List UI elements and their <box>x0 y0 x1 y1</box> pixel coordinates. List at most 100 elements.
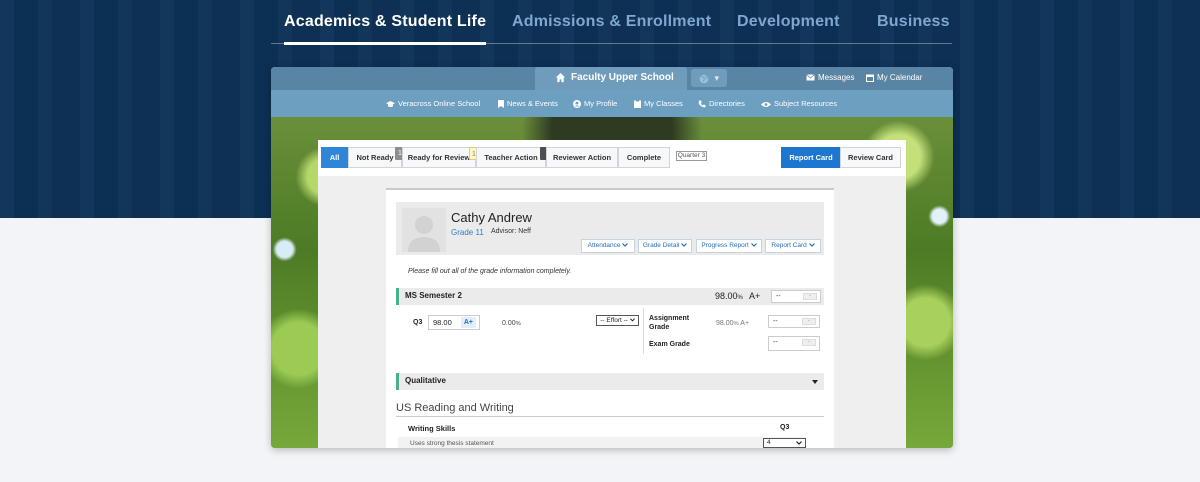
chevron-down-icon <box>681 243 688 247</box>
subnav-classes-label: My Classes <box>644 99 683 108</box>
section-divider <box>396 416 824 417</box>
chevron-down-icon <box>750 243 757 247</box>
filter-all-label: All <box>329 153 340 162</box>
report-card-button[interactable]: Report Card <box>781 147 841 168</box>
student-header: Cathy Andrew Grade 11 Advisor: Neff Atte… <box>396 202 824 255</box>
select-caret: - <box>802 339 816 346</box>
graduation-cap-icon <box>386 100 395 107</box>
semester-percent: 98.00% <box>715 291 743 301</box>
skill-score-value: 4 <box>767 439 771 446</box>
select-caret: - <box>803 293 817 300</box>
filter-reviewer-action[interactable]: Reviewer Action <box>546 147 618 168</box>
progress-report-dropdown[interactable]: Progress Report <box>696 239 762 253</box>
effort-select-label: -- Effort -- <box>600 317 628 324</box>
bookmark-icon <box>498 100 504 109</box>
quarter-select[interactable]: Quarter 3 <box>676 151 707 161</box>
divider <box>643 308 644 354</box>
filter-ready-label: Ready for Review <box>407 153 471 162</box>
globe-icon <box>699 74 709 83</box>
subnav-news-label: News & Events <box>507 99 558 108</box>
q3-letter-badge: A+ <box>460 317 476 328</box>
subnav-profile-label: My Profile <box>584 99 618 108</box>
student-advisor: Advisor: Neff <box>491 228 531 235</box>
filter-complete[interactable]: Complete <box>618 147 670 168</box>
filter-row: All Not Ready1 Ready for Review12 Teache… <box>318 140 906 176</box>
tab-admissions[interactable]: Admissions & Enrollment <box>512 0 711 44</box>
subnav-directories-label: Directories <box>709 99 745 108</box>
chevron-down-icon <box>796 441 802 445</box>
exam-select-value: -- <box>773 339 778 346</box>
skill-score-select[interactable]: 4 <box>763 438 806 448</box>
skill-label: Uses strong thesis statement <box>410 440 494 447</box>
tab-faculty-upper-school[interactable]: Faculty Upper School <box>535 67 687 90</box>
calendar-icon <box>866 74 874 82</box>
subnav-resources[interactable]: Subject Resources <box>761 90 837 117</box>
calendar-link[interactable]: My Calendar <box>866 67 922 90</box>
globe-caret: ▾ <box>714 73 720 83</box>
user-circle-icon <box>573 100 581 109</box>
q3-grade-value: 98.00 <box>433 318 452 327</box>
eye-icon <box>761 101 771 107</box>
grade-detail-dropdown[interactable]: Grade Detail <box>638 239 692 253</box>
assignment-select-value: -- <box>773 318 778 325</box>
filter-not-ready-label: Not Ready <box>356 153 394 162</box>
semester-percent-sign: % <box>737 295 743 301</box>
attendance-dropdown[interactable]: Attendance <box>581 239 635 253</box>
filter-not-ready[interactable]: Not Ready 1 <box>348 147 405 168</box>
semester-select-value: -- <box>776 293 781 300</box>
attendance-label: Attendance <box>587 242 621 249</box>
effort-select[interactable]: -- Effort -- <box>596 315 639 326</box>
subnav-online-school[interactable]: Veracross Online School <box>386 90 480 117</box>
q3-grade-input[interactable]: 98.00 A+ <box>428 315 480 330</box>
avatar <box>402 208 446 252</box>
assignment-percent: 98.00% A+ <box>716 320 749 327</box>
messages-label: Messages <box>818 73 855 82</box>
exam-grade-select[interactable]: -- - <box>768 336 820 351</box>
assignment-letter: A+ <box>740 320 750 327</box>
filter-teacher-action[interactable]: Teacher Action <box>476 147 550 168</box>
grading-panel: All Not Ready1 Ready for Review12 Teache… <box>318 140 906 448</box>
tab-business[interactable]: Business <box>877 0 950 44</box>
home-icon <box>555 72 566 83</box>
semester-title: MS Semester 2 <box>405 291 462 300</box>
messages-link[interactable]: Messages <box>806 67 854 90</box>
exam-grade-label: Exam Grade <box>649 341 690 348</box>
instruction-text: Please fill out all of the grade informa… <box>408 268 572 275</box>
select-caret: - <box>802 318 816 325</box>
subnav-profile[interactable]: My Profile <box>573 90 617 117</box>
student-grade[interactable]: Grade 11 <box>451 228 484 237</box>
tab-academics[interactable]: Academics & Student Life <box>284 0 487 45</box>
qualitative-header[interactable]: Qualitative <box>396 373 824 390</box>
semester-header: MS Semester 2 98.00% A+ -- - <box>396 288 824 305</box>
q3-label: Q3 <box>413 319 423 326</box>
filter-complete-label: Complete <box>626 153 662 162</box>
filter-teacher-label: Teacher Action <box>484 153 538 162</box>
q3-percent: 0.00% <box>502 320 521 327</box>
tab-development[interactable]: Development <box>737 0 840 44</box>
skill-row: Uses strong thesis statement 4 <box>398 437 806 448</box>
semester-percent-value: 98.00 <box>715 291 738 301</box>
calendar-label: My Calendar <box>877 73 923 82</box>
assignment-percent-sign: % <box>733 321 739 327</box>
report-card-dd-label: Report Card <box>771 242 807 249</box>
caret-down-icon <box>812 380 818 384</box>
subnav-classes[interactable]: My Classes <box>634 90 683 117</box>
top-nav: Academics & Student Life Admissions & En… <box>271 0 952 45</box>
subnav-news[interactable]: News & Events <box>498 90 558 117</box>
globe-switcher[interactable]: ▾ <box>691 69 727 87</box>
qualitative-title: Qualitative <box>405 376 446 385</box>
subnav-online-school-label: Veracross Online School <box>398 99 481 108</box>
semester-grade-select[interactable]: -- - <box>771 290 821 303</box>
filter-ready-for-review[interactable]: Ready for Review12 <box>402 147 483 168</box>
subnav-directories[interactable]: Directories <box>698 90 745 117</box>
chevron-down-icon <box>808 243 815 247</box>
q3-percent-value: 0.00 <box>502 320 516 327</box>
report-card-dropdown[interactable]: Report Card <box>765 239 821 253</box>
review-card-button[interactable]: Review Card <box>840 147 901 168</box>
assignment-grade-select[interactable]: -- - <box>768 315 820 328</box>
filter-all[interactable]: All <box>321 147 348 168</box>
subnav-resources-label: Subject Resources <box>774 99 837 108</box>
student-name: Cathy Andrew <box>451 210 532 225</box>
progress-report-label: Progress Report <box>701 242 749 249</box>
q3-percent-sign: % <box>515 321 521 327</box>
